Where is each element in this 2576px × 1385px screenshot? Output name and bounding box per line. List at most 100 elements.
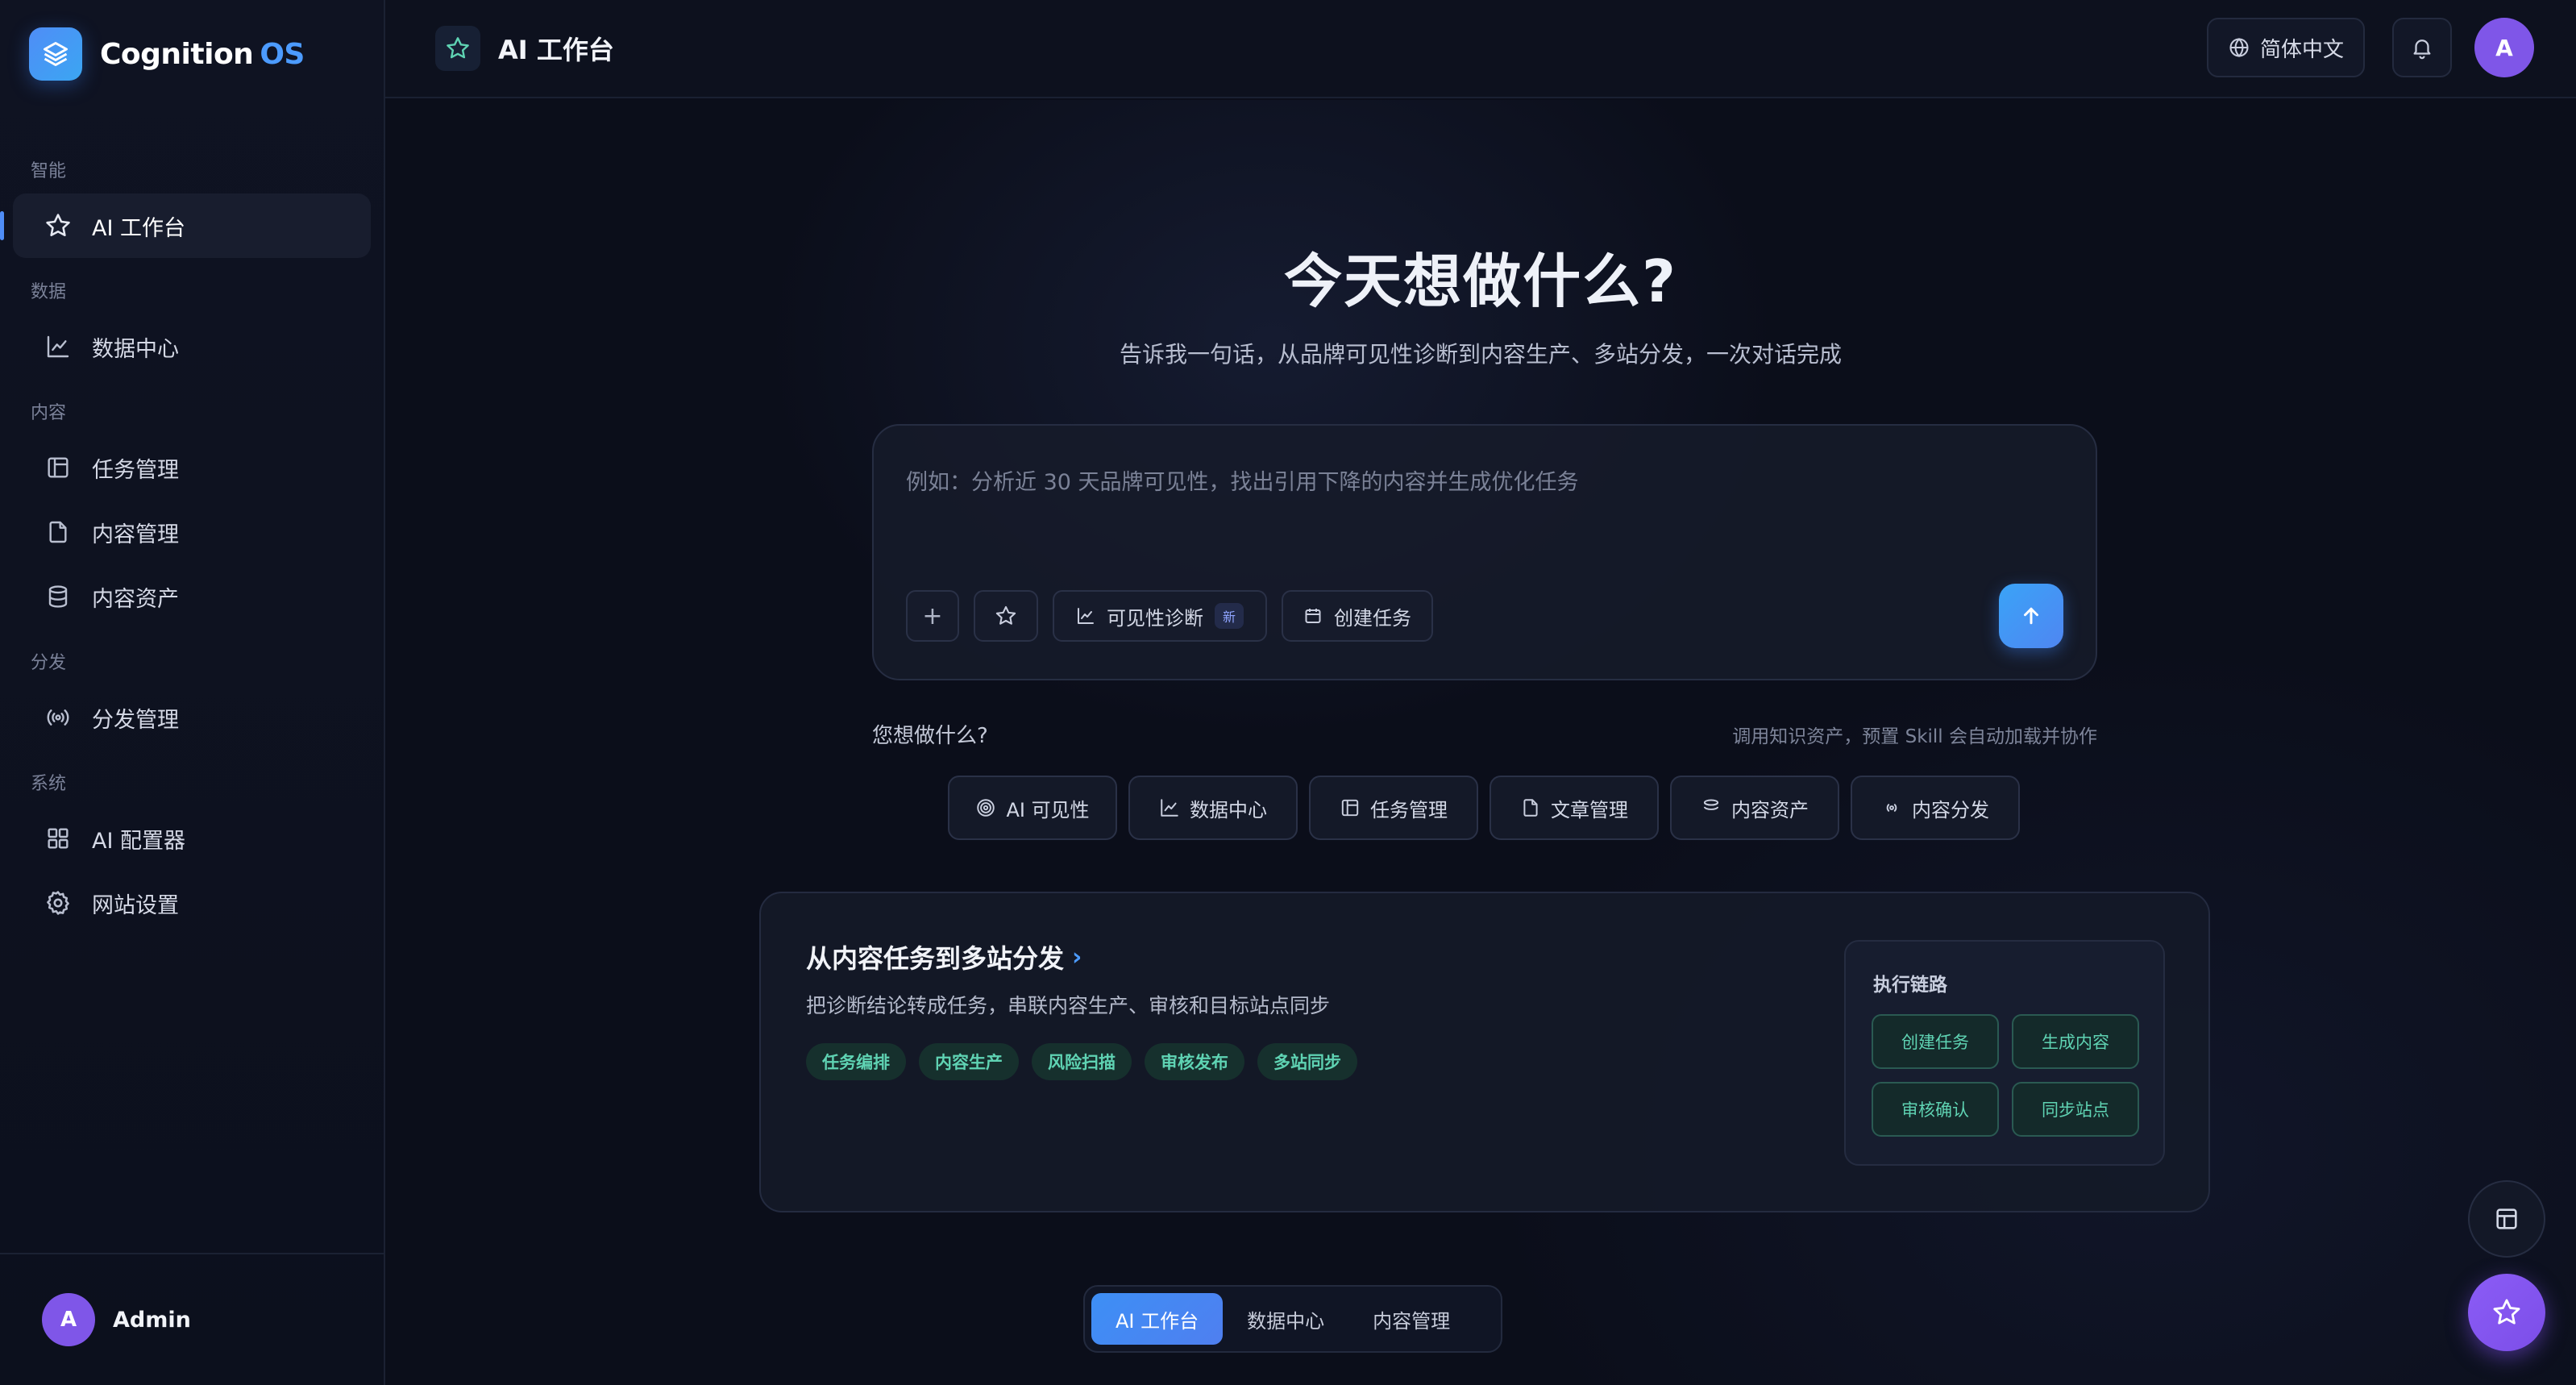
nav-section-data: 数据	[31, 282, 67, 302]
line-chart-icon	[1076, 606, 1095, 626]
language-switcher[interactable]: 简体中文	[2207, 18, 2365, 77]
sidebar-item-ai-workbench[interactable]: AI 工作台	[0, 193, 371, 258]
target-icon	[975, 797, 996, 818]
quick-action-label: 内容分发	[1912, 798, 1989, 821]
bottom-tab-bar: AI 工作台 数据中心 内容管理	[1083, 1285, 1502, 1353]
workflow-tag: 多站同步	[1257, 1043, 1357, 1080]
workflow-title-text: 从内容任务到多站分发	[806, 943, 1065, 974]
tab-ai-workbench[interactable]: AI 工作台	[1091, 1293, 1224, 1345]
main-content: 今天想做什么? 告诉我一句话，从品牌可见性诊断到内容生产、多站分发，一次对话完成…	[385, 100, 2576, 1385]
topbar: AI 工作台 简体中文 A	[385, 0, 2576, 98]
quick-action-article-management[interactable]: 文章管理	[1490, 776, 1659, 840]
ask-hint: 调用知识资产，预置 Skill 会自动加载并协作	[1732, 726, 2097, 747]
sidebar-user[interactable]: A Admin	[0, 1253, 385, 1385]
skill-button[interactable]	[974, 590, 1038, 642]
prompt-input[interactable]	[906, 458, 2034, 506]
sidebar: Cognition OS 智能 AI 工作台 数据 数据中心 内容 任务管理 内…	[0, 0, 385, 1385]
chain-step-sync-sites[interactable]: 同步站点	[2012, 1082, 2139, 1137]
ai-assistant-button[interactable]	[2468, 1274, 2545, 1351]
star-icon	[2491, 1297, 2522, 1328]
chain-step-generate-content[interactable]: 生成内容	[2012, 1014, 2139, 1069]
chevron-right-icon: ›	[1072, 942, 1082, 971]
execution-chain: 执行链路 创建任务 生成内容 审核确认 同步站点	[1844, 940, 2165, 1166]
ask-label: 您想做什么?	[872, 724, 988, 748]
broadcast-icon	[1881, 797, 1902, 818]
sidebar-nav: 智能 AI 工作台 数据 数据中心 内容 任务管理 内容管理 内容资产 分发 分…	[0, 137, 385, 935]
quick-action-content-distribution[interactable]: 内容分发	[1851, 776, 2020, 840]
sidebar-item-content-management[interactable]: 内容管理	[13, 500, 371, 564]
send-button[interactable]	[1999, 584, 2063, 648]
notifications-button[interactable]	[2392, 18, 2452, 77]
line-chart-icon	[44, 332, 73, 361]
sidebar-item-label: 网站设置	[92, 892, 179, 918]
grid-icon	[44, 824, 73, 853]
hero-title: 今天想做什么?	[1284, 247, 1677, 315]
layout-icon	[2493, 1205, 2520, 1233]
avatar: A	[42, 1293, 95, 1346]
panel-toggle-button[interactable]	[2468, 1180, 2545, 1258]
file-icon	[44, 518, 73, 547]
workflow-title[interactable]: 从内容任务到多站分发 ›	[806, 938, 1082, 975]
page-title: AI 工作台	[435, 26, 614, 71]
layout-icon	[44, 453, 73, 482]
globe-icon	[2228, 36, 2250, 59]
sidebar-item-label: 任务管理	[92, 457, 179, 483]
bell-icon	[2410, 35, 2434, 60]
nav-section-content: 内容	[31, 403, 67, 423]
avatar[interactable]: A	[2474, 18, 2534, 77]
workflow-tags: 任务编排 内容生产 风险扫描 审核发布 多站同步	[806, 1043, 1370, 1080]
sidebar-item-label: 内容管理	[92, 522, 179, 547]
brand-name: Cognition OS	[100, 38, 305, 71]
database-icon	[44, 582, 73, 611]
tab-data-center[interactable]: 数据中心	[1223, 1293, 1348, 1345]
file-icon	[1520, 797, 1541, 818]
quick-action-ai-visibility[interactable]: AI 可见性	[948, 776, 1117, 840]
star-icon	[995, 605, 1017, 627]
sidebar-item-label: 分发管理	[92, 707, 179, 733]
sidebar-item-data-center[interactable]: 数据中心	[13, 314, 371, 379]
nav-section-system: 系统	[31, 774, 67, 794]
chain-step-create-task[interactable]: 创建任务	[1872, 1014, 1999, 1069]
nav-section-distribution: 分发	[31, 653, 67, 673]
line-chart-icon	[1159, 797, 1180, 818]
layout-icon	[1340, 797, 1361, 818]
create-task-label: 创建任务	[1334, 606, 1411, 630]
sidebar-item-label: AI 配置器	[92, 828, 186, 854]
attach-button[interactable]: +	[906, 590, 959, 642]
create-task-button[interactable]: 创建任务	[1282, 590, 1433, 642]
quick-action-label: 文章管理	[1551, 798, 1628, 821]
sidebar-item-label: 内容资产	[92, 586, 179, 612]
quick-action-content-assets[interactable]: 内容资产	[1670, 776, 1839, 840]
sidebar-item-site-settings[interactable]: 网站设置	[13, 871, 371, 935]
brand-suffix: OS	[260, 37, 305, 71]
layers-icon	[29, 27, 82, 81]
sidebar-item-content-assets[interactable]: 内容资产	[13, 564, 371, 629]
broadcast-icon	[44, 703, 73, 732]
tab-content-management[interactable]: 内容管理	[1348, 1293, 1474, 1345]
workflow-tag: 审核发布	[1145, 1043, 1244, 1080]
sidebar-item-label: AI 工作台	[92, 215, 186, 241]
workflow-description: 把诊断结论转成任务，串联内容生产、审核和目标站点同步	[806, 994, 1331, 1017]
user-name: Admin	[113, 1307, 191, 1333]
new-badge: 新	[1214, 603, 1244, 629]
star-icon	[435, 26, 480, 71]
quick-action-task-management[interactable]: 任务管理	[1309, 776, 1478, 840]
database-icon	[1701, 797, 1722, 818]
quick-action-label: 内容资产	[1731, 798, 1809, 821]
quick-action-label: 任务管理	[1370, 798, 1448, 821]
hero-subtitle: 告诉我一句话，从品牌可见性诊断到内容生产、多站分发，一次对话完成	[1119, 341, 1842, 368]
chain-step-review-confirm[interactable]: 审核确认	[1872, 1082, 1999, 1137]
calendar-icon	[1303, 606, 1323, 626]
visibility-diagnosis-button[interactable]: 可见性诊断 新	[1053, 590, 1267, 642]
page-title-text: AI 工作台	[498, 35, 614, 65]
prompt-composer: + 可见性诊断 新 创建任务	[872, 424, 2097, 680]
sidebar-item-distribution[interactable]: 分发管理	[13, 685, 371, 750]
quick-action-label: AI 可见性	[1006, 798, 1090, 821]
brand-name-text: Cognition	[100, 37, 254, 71]
brand[interactable]: Cognition OS	[29, 26, 305, 82]
workflow-card[interactable]: 从内容任务到多站分发 › 把诊断结论转成任务，串联内容生产、审核和目标站点同步 …	[759, 892, 2210, 1212]
quick-action-data-center[interactable]: 数据中心	[1128, 776, 1298, 840]
sidebar-item-ai-configurator[interactable]: AI 配置器	[13, 806, 371, 871]
sidebar-item-task-management[interactable]: 任务管理	[13, 435, 371, 500]
quick-action-label: 数据中心	[1190, 798, 1267, 821]
